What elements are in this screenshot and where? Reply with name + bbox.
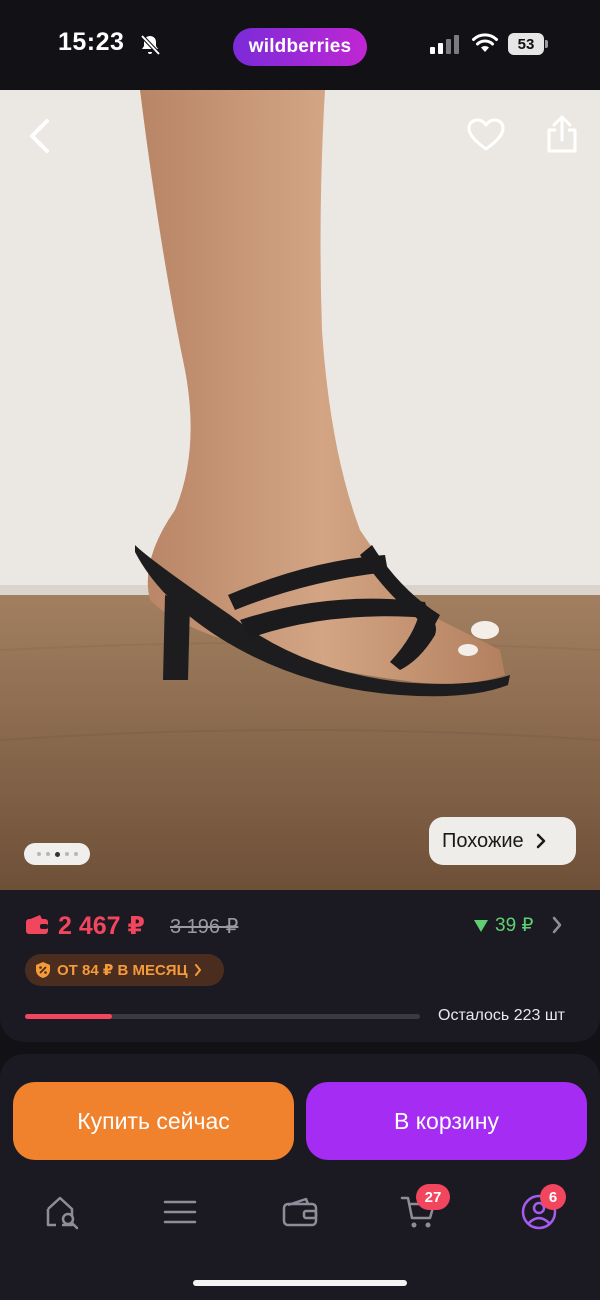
battery-level: 53: [517, 35, 535, 53]
chevron-right-icon: [194, 964, 201, 976]
triangle-down-icon: [474, 919, 488, 932]
cashback-value: 39 ₽: [495, 915, 534, 936]
brand-logo: wildberries: [233, 28, 367, 66]
wifi-icon: [472, 33, 498, 52]
battery-icon: 53: [508, 33, 544, 55]
stock-progress-fill: [25, 1014, 112, 1019]
menu-icon: [163, 1200, 197, 1224]
nav-catalog[interactable]: [160, 1192, 200, 1232]
bell-slash-icon: [140, 34, 161, 56]
heart-icon: [467, 118, 505, 151]
stock-remaining: Осталось 223 шт: [438, 1007, 565, 1024]
buy-now-button[interactable]: Купить сейчас: [13, 1082, 294, 1160]
profile-badge: 6: [540, 1184, 566, 1210]
battery-tip: [545, 40, 548, 48]
back-button[interactable]: [20, 112, 60, 160]
similar-button[interactable]: Похожие: [429, 817, 576, 865]
stock-progress-bar: [25, 1014, 420, 1019]
nav-home-search[interactable]: [42, 1192, 82, 1232]
share-button[interactable]: [540, 110, 584, 158]
old-price: 3 196 ₽: [170, 916, 239, 938]
bottom-panel: Купить сейчас В корзину 27 6: [0, 1054, 600, 1300]
chevron-right-icon: [536, 833, 545, 849]
gallery-dot-active: [54, 851, 60, 857]
product-photo-illustration: [0, 90, 600, 890]
installment-badge[interactable]: ОТ 84 ₽ В МЕСЯЦ: [25, 954, 224, 986]
gallery-dot: [36, 852, 41, 856]
home-indicator: [193, 1280, 407, 1286]
gallery-dot: [64, 852, 69, 856]
signal-icon: [430, 35, 459, 54]
wallet-icon: [282, 1197, 318, 1227]
share-icon: [547, 115, 577, 153]
gallery-dot: [73, 852, 78, 856]
price-card: 2 467 ₽ 3 196 ₽ 39 ₽ ОТ 84 ₽ В МЕСЯЦ Ост…: [0, 890, 600, 1042]
add-to-cart-button[interactable]: В корзину: [306, 1082, 587, 1160]
current-price: 2 467 ₽: [58, 912, 145, 940]
installment-label: ОТ 84 ₽ В МЕСЯЦ: [57, 962, 188, 979]
cashback-info[interactable]: 39 ₽: [473, 914, 534, 937]
gallery-pagination: [24, 843, 90, 865]
similar-label: Похожие: [442, 829, 524, 852]
status-bar: 15:23 wildberries 53: [0, 0, 600, 90]
shield-percent-icon: [36, 962, 50, 978]
gallery-dot: [45, 852, 50, 856]
wallet-price-icon: [26, 915, 48, 934]
home-search-icon: [46, 1196, 79, 1230]
cart-badge: 27: [416, 1184, 450, 1210]
nav-wallet[interactable]: [280, 1192, 320, 1232]
favorite-button[interactable]: [463, 112, 509, 158]
chevron-right-icon[interactable]: [551, 916, 563, 934]
back-chevron-icon: [30, 119, 49, 153]
status-time: 15:23: [58, 28, 125, 56]
product-photo[interactable]: Похожие: [0, 90, 600, 890]
